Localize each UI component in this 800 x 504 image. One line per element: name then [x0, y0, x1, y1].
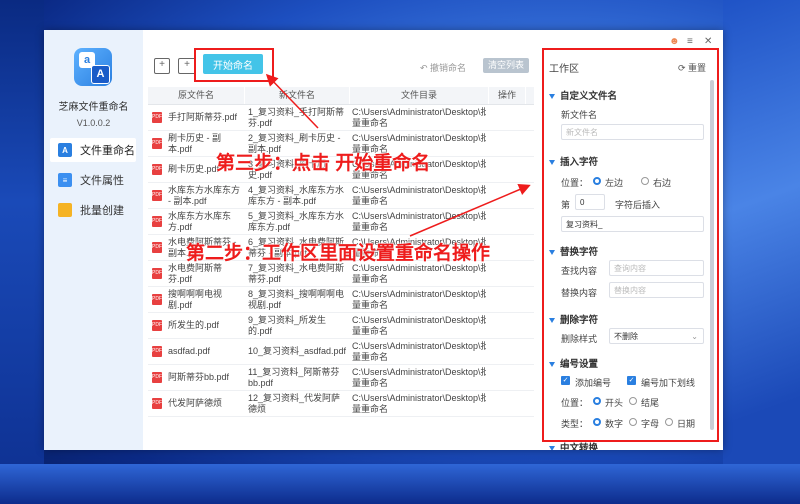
- new-name-cell: 1_复习资料_手打阿斯蒂芬.pdf: [248, 106, 345, 128]
- pdf-icon: PDF: [152, 190, 162, 201]
- app-logo-icon: aA: [74, 48, 112, 86]
- directory-cell: C:\Users\Administrator\Desktop\批量重命名: [352, 314, 486, 336]
- action-cell[interactable]: [486, 157, 522, 182]
- step3-annotation: 第三步：点击 开始重命名: [216, 153, 431, 174]
- new-name-cell: 5_复习资料_水库东方水库东方.pdf: [248, 210, 345, 232]
- col-action: 操作: [489, 87, 526, 104]
- skin-icon[interactable]: ☻: [669, 36, 680, 47]
- desktop-wallpaper-bottom: [0, 464, 800, 504]
- clear-list-button[interactable]: 清空列表: [483, 58, 529, 73]
- undo-rename-button[interactable]: ↶ 撤销命名: [420, 61, 466, 74]
- table-row[interactable]: PDF 水库东方水库东方.pdf 5_复习资料_水库东方水库东方.pdf C:\Use…: [148, 209, 534, 235]
- action-cell[interactable]: [486, 365, 522, 390]
- action-cell[interactable]: [486, 339, 522, 364]
- rename-icon: A: [58, 143, 72, 157]
- close-icon[interactable]: ✕: [704, 36, 712, 47]
- table-row[interactable]: PDF 手打阿斯蒂芬.pdf 1_复习资料_手打阿斯蒂芬.pdf C:\Users\A…: [148, 105, 534, 131]
- directory-cell: C:\Users\Administrator\Desktop\批量重命名: [352, 288, 486, 310]
- table-row[interactable]: PDF 代发阿萨德烦 12_复习资料_代发阿萨德烦 C:\Users\Administ…: [148, 391, 534, 417]
- action-cell[interactable]: [486, 105, 522, 130]
- work-panel-highlight: [542, 48, 719, 442]
- add-file-icon[interactable]: +: [154, 58, 170, 74]
- original-name-cell: PDF 所发生的.pdf: [152, 320, 220, 331]
- pdf-icon: PDF: [152, 294, 162, 305]
- directory-cell: C:\Users\Administrator\Desktop\批量重命名: [352, 184, 486, 206]
- pdf-icon: PDF: [152, 164, 162, 175]
- sidebar-item-file-attr[interactable]: ≡ 文件属性: [50, 168, 136, 192]
- original-name-cell: PDF 水库东方水库东方.pdf: [152, 210, 232, 232]
- directory-cell: C:\Users\Administrator\Desktop\批量重命名: [352, 210, 486, 232]
- step2-annotation: 第二步：工作区里面设置重命名操作: [186, 243, 491, 264]
- table-row[interactable]: PDF 阿斯蒂芬bb.pdf 11_复习资料_阿斯蒂芬bb.pdf C:\Users\…: [148, 365, 534, 391]
- directory-cell: C:\Users\Administrator\Desktop\批量重命名: [352, 106, 486, 128]
- app-name: 芝麻文件重命名: [58, 102, 129, 113]
- table-row[interactable]: PDF 所发生的.pdf 9_复习资料_所发生的.pdf C:\Users\Admin…: [148, 313, 534, 339]
- original-name-cell: PDF 水库东方水库东方 - 副本.pdf: [152, 184, 241, 206]
- action-cell[interactable]: [486, 235, 522, 260]
- new-name-cell: 4_复习资料_水库东方水库东方 - 副本.pdf: [248, 184, 345, 206]
- pdf-icon: PDF: [152, 398, 162, 409]
- col-directory: 文件目录: [350, 87, 489, 104]
- table-header: 原文件名 新文件名 文件目录 操作: [148, 87, 534, 105]
- table-row[interactable]: PDF asdfad.pdf 10_复习资料_asdfad.pdf C:\Users\…: [148, 339, 534, 365]
- pdf-icon: PDF: [152, 138, 162, 149]
- new-name-cell: 9_复习资料_所发生的.pdf: [248, 314, 327, 336]
- col-original-name: 原文件名: [148, 87, 245, 104]
- sidebar-item-rename[interactable]: A 文件重命名: [50, 138, 136, 162]
- action-cell[interactable]: [486, 183, 522, 208]
- file-attr-icon: ≡: [58, 173, 72, 187]
- action-cell[interactable]: [486, 209, 522, 234]
- toolbar: + + 开始命名 ↶ 撤销命名 清空列表: [143, 30, 533, 85]
- pdf-icon: PDF: [152, 268, 162, 279]
- work-panel-scrollbar[interactable]: [710, 80, 714, 430]
- pdf-icon: PDF: [152, 242, 162, 253]
- pdf-icon: PDF: [152, 112, 162, 123]
- new-name-cell: 10_复习资料_asdfad.pdf: [248, 346, 347, 356]
- sidebar-item-label: 批量创建: [80, 205, 124, 217]
- action-cell[interactable]: [486, 313, 522, 338]
- app-version: V1.0.0.2: [76, 118, 111, 128]
- action-cell[interactable]: [486, 287, 522, 312]
- pdf-icon: PDF: [152, 320, 162, 331]
- directory-cell: C:\Users\Administrator\Desktop\批量重命名: [352, 392, 486, 414]
- new-name-cell: 11_复习资料_阿斯蒂芬bb.pdf: [248, 366, 340, 388]
- pdf-icon: PDF: [152, 372, 162, 383]
- desktop-wallpaper-right: [723, 0, 800, 504]
- pdf-icon: PDF: [152, 216, 162, 227]
- table-row[interactable]: PDF 搜啊啊啊电视剧.pdf 8_复习资料_搜啊啊啊电视剧.pdf C:\Users…: [148, 287, 534, 313]
- col-new-name: 新文件名: [245, 87, 350, 104]
- highlight-box: [194, 48, 274, 82]
- original-name-cell: PDF 阿斯蒂芬bb.pdf: [152, 372, 230, 383]
- directory-cell: C:\Users\Administrator\Desktop\批量重命名: [352, 340, 486, 362]
- new-name-cell: 8_复习资料_搜啊啊啊电视剧.pdf: [248, 288, 345, 310]
- menu-icon[interactable]: ≡: [687, 36, 693, 47]
- new-name-cell: 12_复习资料_代发阿萨德烦: [248, 392, 341, 414]
- folder-icon: [58, 203, 72, 217]
- action-cell[interactable]: [486, 261, 522, 286]
- original-name-cell: PDF 手打阿斯蒂芬.pdf: [152, 112, 238, 123]
- desktop-wallpaper-left: [0, 0, 44, 504]
- action-cell[interactable]: [486, 131, 522, 156]
- sidebar-item-batch-create[interactable]: 批量创建: [50, 198, 136, 222]
- pdf-icon: PDF: [152, 346, 162, 357]
- action-cell[interactable]: [486, 391, 522, 416]
- original-name-cell: PDF asdfad.pdf: [152, 346, 211, 357]
- original-name-cell: PDF 代发阿萨德烦: [152, 398, 223, 409]
- sidebar-item-label: 文件属性: [80, 175, 124, 187]
- sidebar: aA 芝麻文件重命名 V1.0.0.2 A 文件重命名 ≡ 文件属性 批量创建: [44, 30, 143, 450]
- directory-cell: C:\Users\Administrator\Desktop\批量重命名: [352, 366, 486, 388]
- table-row[interactable]: PDF 水库东方水库东方 - 副本.pdf 4_复习资料_水库东方水库东方 - 副本…: [148, 183, 534, 209]
- sidebar-item-label: 文件重命名: [80, 145, 135, 157]
- original-name-cell: PDF 搜啊啊啊电视剧.pdf: [152, 288, 223, 310]
- file-table: 原文件名 新文件名 文件目录 操作 PDF 手打阿斯蒂芬.pdf 1_复习资料_手打…: [148, 87, 534, 450]
